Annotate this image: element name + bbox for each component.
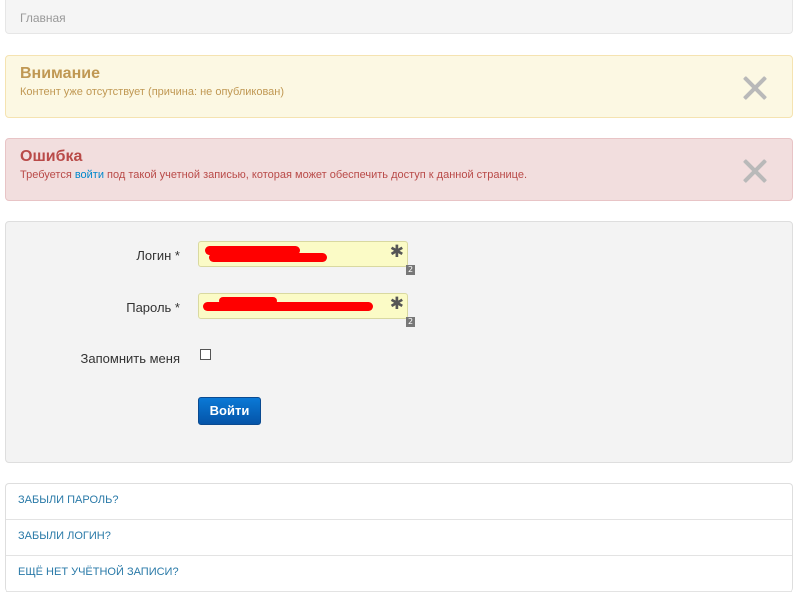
remember-checkbox[interactable] bbox=[200, 349, 211, 360]
username-label: Логин * bbox=[136, 248, 180, 263]
close-icon[interactable] bbox=[742, 158, 768, 184]
required-icon: ✱ bbox=[389, 242, 404, 261]
login-form: Логин * ✱ 2 Пароль * ✱ 2 Запомнить меня … bbox=[5, 221, 793, 463]
field-badge: 2 bbox=[406, 265, 415, 275]
error-message-prefix: Требуется bbox=[20, 169, 75, 181]
warning-title: Внимание bbox=[20, 65, 100, 82]
required-icon: ✱ bbox=[389, 294, 404, 313]
forgot-password-link[interactable]: ЗАБЫЛИ ПАРОЛЬ? bbox=[18, 494, 118, 506]
warning-message: Контент уже отсутствует (причина: не опу… bbox=[20, 86, 285, 98]
username-field[interactable]: ✱ 2 bbox=[198, 241, 415, 275]
close-icon[interactable] bbox=[742, 75, 768, 101]
remember-label: Запомнить меня bbox=[80, 351, 180, 366]
list-item: ЕЩЁ НЕТ УЧЁТНОЙ ЗАПИСИ? bbox=[6, 556, 792, 592]
login-link[interactable]: войти bbox=[75, 169, 104, 181]
account-links: ЗАБЫЛИ ПАРОЛЬ? ЗАБЫЛИ ЛОГИН? ЕЩЁ НЕТ УЧЁ… bbox=[5, 483, 793, 592]
redaction-mark bbox=[203, 302, 373, 311]
error-title: Ошибка bbox=[20, 148, 83, 165]
password-field[interactable]: ✱ 2 bbox=[198, 293, 415, 327]
forgot-username-link[interactable]: ЗАБЫЛИ ЛОГИН? bbox=[18, 530, 111, 542]
breadcrumb-home[interactable]: Главная bbox=[20, 11, 66, 25]
field-badge: 2 bbox=[406, 317, 415, 327]
error-alert: Ошибка Требуется войти под такой учетной… bbox=[5, 138, 793, 201]
list-item: ЗАБЫЛИ ЛОГИН? bbox=[6, 520, 792, 556]
redaction-mark bbox=[209, 253, 327, 262]
login-button[interactable]: Войти bbox=[198, 397, 261, 425]
list-item: ЗАБЫЛИ ПАРОЛЬ? bbox=[6, 484, 792, 520]
password-label: Пароль * bbox=[126, 300, 180, 315]
warning-alert: Внимание Контент уже отсутствует (причин… bbox=[5, 55, 793, 118]
error-message: Требуется войти под такой учетной запись… bbox=[20, 169, 527, 181]
breadcrumb: Главная bbox=[5, 0, 793, 34]
register-link[interactable]: ЕЩЁ НЕТ УЧЁТНОЙ ЗАПИСИ? bbox=[18, 566, 179, 578]
error-message-suffix: под такой учетной записью, которая может… bbox=[104, 169, 528, 181]
